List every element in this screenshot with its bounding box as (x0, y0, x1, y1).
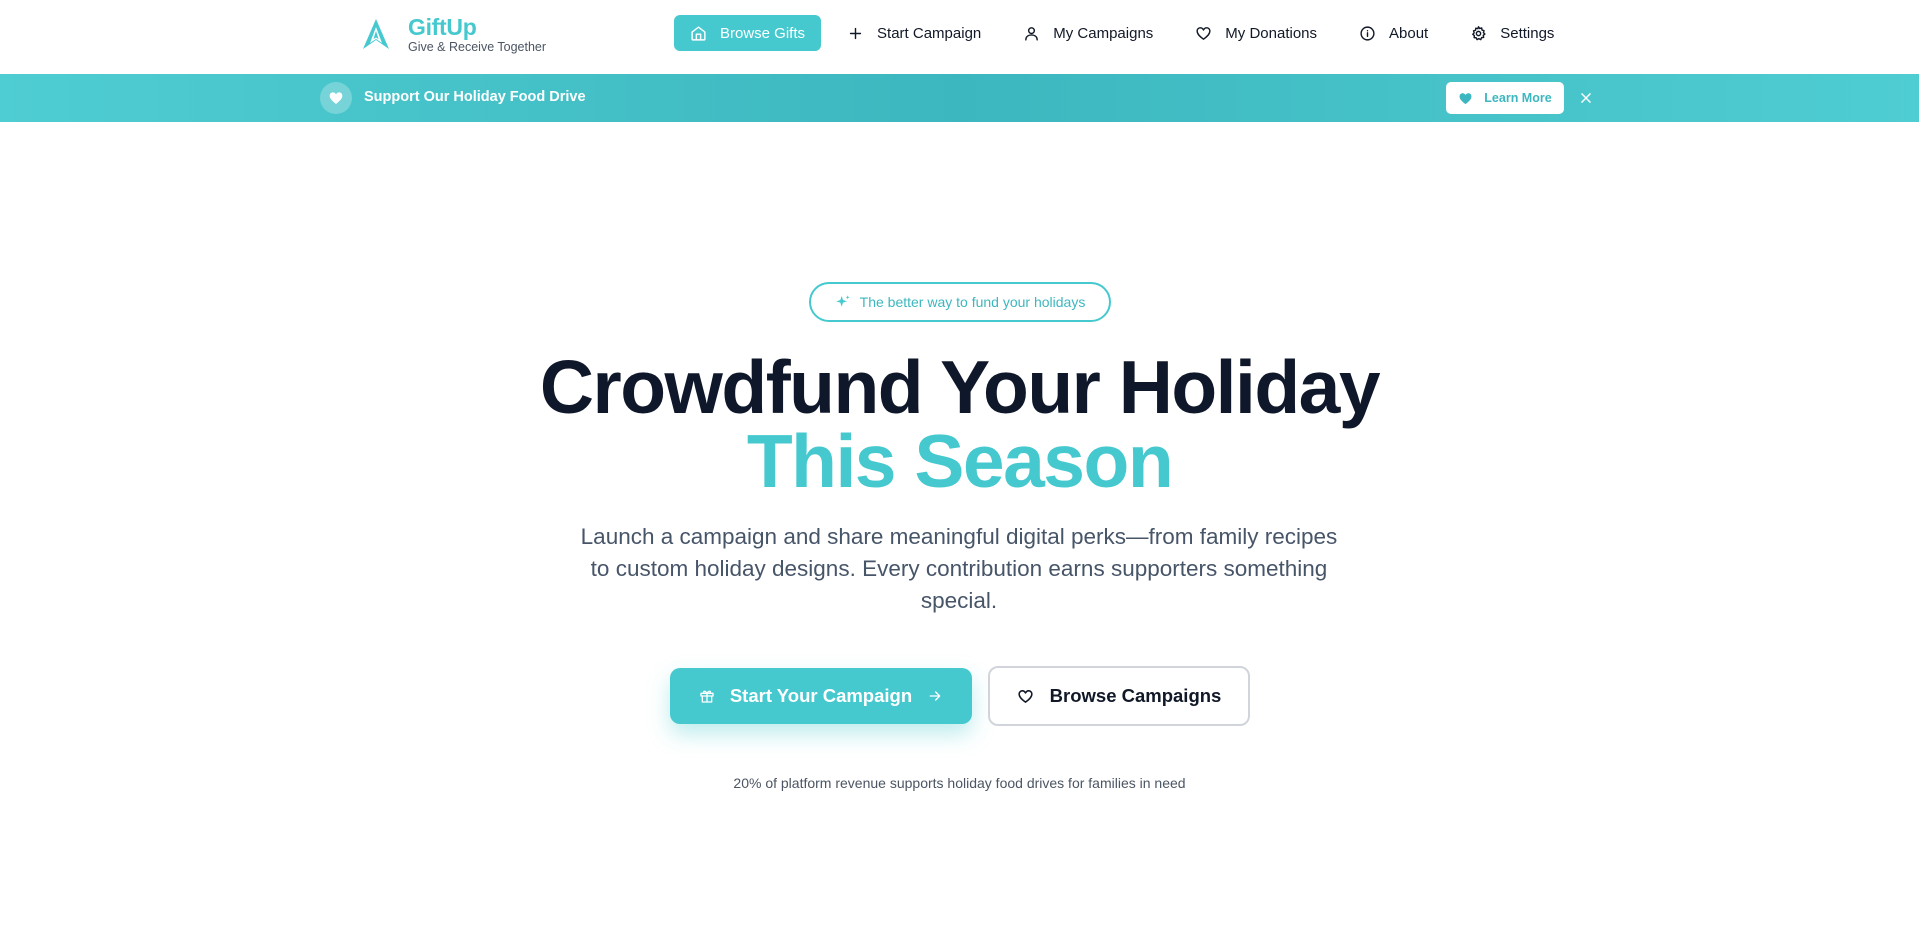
learn-more-button[interactable]: Learn More (1446, 82, 1564, 114)
user-icon (1025, 26, 1039, 41)
brand-name: GiftUp (408, 14, 477, 40)
charity-footnote: 20% of platform revenue supports holiday… (733, 775, 1186, 791)
hero-subtitle: Launch a campaign and share meaningful d… (580, 524, 1338, 613)
nav-browse-gifts[interactable]: Browse Gifts (674, 15, 822, 51)
nav-label: Start Campaign (877, 24, 982, 42)
logo-icon (363, 19, 389, 49)
gear-icon (1472, 25, 1486, 40)
sparkles-icon (835, 295, 850, 307)
headline-line-1: Crowdfund Your Holiday (539, 345, 1381, 429)
heart-icon (1018, 689, 1033, 703)
pill-text: The better way to fund your holidays (859, 294, 1086, 310)
nav-start-campaign[interactable]: Start Campaign (831, 15, 997, 51)
banner-heart-badge (320, 82, 352, 114)
start-campaign-button[interactable]: Start Your Campaign (670, 668, 972, 724)
tagline-pill: The better way to fund your holidays (809, 282, 1111, 322)
top-navbar: GiftUp Give & Receive Together Browse Gi… (0, 0, 1919, 74)
browse-campaigns-button[interactable]: Browse Campaigns (988, 666, 1250, 726)
nav-label: Browse Gifts (720, 24, 806, 42)
nav-label: Settings (1500, 24, 1555, 42)
gift-icon (700, 690, 714, 703)
hero-headline: Crowdfund Your Holiday This Season (0, 350, 1919, 503)
start-campaign-label: Start Your Campaign (729, 685, 913, 706)
main-nav: Browse Gifts Start Campaign My Campaigns… (674, 15, 1570, 51)
heart-icon (1459, 92, 1472, 104)
banner-close-button[interactable] (1576, 88, 1596, 108)
nav-label: About (1389, 24, 1429, 42)
headline-line-2: This Season (746, 419, 1174, 503)
close-icon (1581, 93, 1591, 103)
nav-my-donations[interactable]: My Donations (1179, 15, 1333, 51)
nav-settings[interactable]: Settings (1454, 15, 1570, 51)
nav-my-campaigns[interactable]: My Campaigns (1007, 15, 1169, 51)
nav-label: My Campaigns (1053, 24, 1154, 42)
brand[interactable]: GiftUp Give & Receive Together (362, 14, 546, 54)
arrow-right-icon (929, 691, 941, 701)
announcement-banner: Support Our Holiday Food Drive Learn Mor… (0, 74, 1919, 122)
nav-label: My Donations (1225, 24, 1318, 42)
info-icon (1360, 25, 1375, 41)
home-icon (691, 25, 706, 41)
nav-about[interactable]: About (1343, 15, 1444, 51)
plus-icon (849, 27, 862, 39)
hero-section: The better way to fund your holidays Cro… (0, 122, 1919, 933)
brand-tagline: Give & Receive Together (408, 40, 547, 54)
heart-icon (329, 92, 343, 104)
brand-text: GiftUp Give & Receive Together (408, 14, 546, 54)
browse-campaigns-label: Browse Campaigns (1049, 685, 1222, 706)
heart-icon (1196, 26, 1211, 40)
banner-text: Support Our Holiday Food Drive (364, 89, 586, 105)
learn-more-label: Learn More (1484, 91, 1552, 105)
